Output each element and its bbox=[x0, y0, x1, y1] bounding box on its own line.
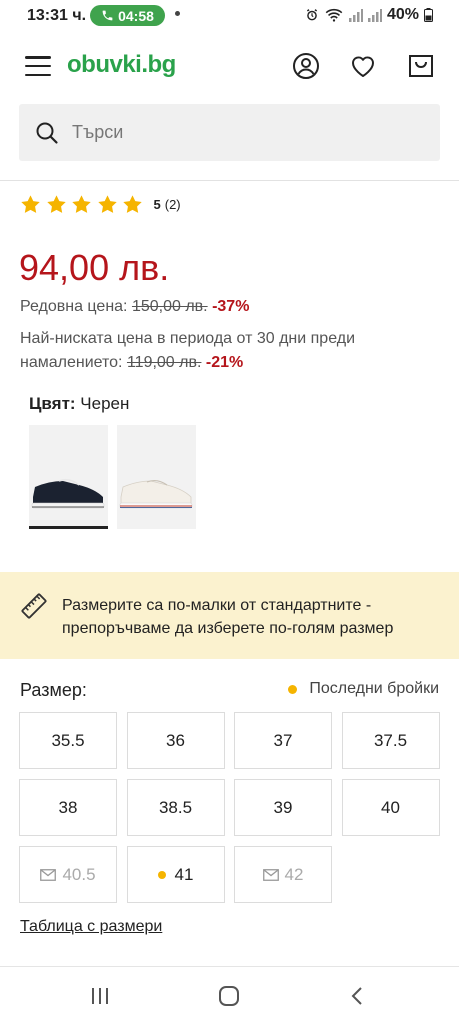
site-header: obuvki.bg bbox=[0, 34, 459, 98]
last-items-label: Последни бройки bbox=[309, 680, 439, 697]
rating-value: 5 bbox=[153, 197, 161, 212]
color-value: Черен bbox=[80, 394, 130, 413]
battery-percent: 40% bbox=[386, 6, 419, 23]
size-value: 37.5 bbox=[373, 730, 408, 750]
search-icon[interactable] bbox=[35, 121, 59, 145]
size-value: 37 bbox=[273, 730, 293, 750]
size-value: 41 bbox=[174, 864, 194, 884]
home-icon[interactable] bbox=[217, 985, 241, 1007]
last-items-dot bbox=[157, 870, 166, 879]
size-option[interactable]: 35.5 bbox=[19, 712, 117, 769]
wishlist-icon[interactable] bbox=[349, 52, 377, 80]
logo-main: obuvki bbox=[67, 51, 142, 78]
notice-text: Размерите са по-малки от стандартните - … bbox=[62, 597, 394, 637]
lowest-price-row: Най-ниската цена в периода от 30 дни пре… bbox=[20, 327, 440, 375]
signal-icon-2 bbox=[367, 8, 382, 22]
black-sneaker-image bbox=[29, 425, 108, 526]
site-logo[interactable]: obuvki.bg bbox=[67, 51, 176, 79]
color-swatch-black[interactable] bbox=[29, 425, 108, 529]
product-rating[interactable]: 5 (2) bbox=[20, 194, 181, 215]
size-label: Размер: bbox=[20, 680, 87, 700]
size-value: 35.5 bbox=[51, 730, 85, 750]
status-icons: 40% bbox=[305, 6, 433, 24]
color-label: Цвят: bbox=[29, 394, 76, 413]
size-option[interactable]: 39 bbox=[234, 779, 332, 836]
battery-icon bbox=[424, 8, 433, 22]
size-notice: Размерите са по-малки от стандартните - … bbox=[0, 572, 459, 659]
search-input[interactable]: Търси bbox=[72, 122, 123, 143]
star-icon bbox=[97, 195, 117, 213]
back-icon[interactable] bbox=[346, 985, 370, 1007]
notification-dot bbox=[175, 11, 180, 16]
size-option[interactable]: 36 bbox=[126, 712, 225, 769]
current-price: 94,00 лв. bbox=[19, 247, 170, 288]
call-timer: 04:58 bbox=[118, 7, 154, 24]
star-icon bbox=[46, 195, 66, 213]
rating-count: (2) bbox=[164, 197, 181, 212]
last-items-legend: Последни бройки bbox=[288, 680, 439, 698]
ruler-icon bbox=[21, 593, 47, 619]
wifi-icon bbox=[325, 8, 343, 22]
search-bar[interactable]: Търси bbox=[19, 104, 440, 161]
size-option[interactable]: 37.5 bbox=[341, 712, 440, 769]
star-icon bbox=[72, 195, 91, 213]
logo-tld: .bg bbox=[141, 51, 176, 78]
size-option[interactable]: 40 bbox=[341, 779, 440, 836]
regular-price-row: Редовна цена: 150,00 лв. -37% bbox=[20, 298, 249, 316]
regular-discount: -37% bbox=[212, 298, 250, 315]
size-option[interactable]: 38.5 bbox=[126, 779, 225, 836]
menu-icon[interactable] bbox=[25, 56, 51, 76]
size-value: 36 bbox=[166, 730, 185, 750]
color-row: Цвят: Черен bbox=[29, 394, 129, 414]
size-value: 39 bbox=[273, 797, 293, 817]
size-value: 38 bbox=[58, 797, 78, 817]
size-value: 40 bbox=[381, 797, 400, 817]
size-value: 42 bbox=[284, 864, 304, 884]
star-icon bbox=[123, 195, 142, 213]
size-value: 38.5 bbox=[158, 797, 193, 817]
color-swatch-white[interactable] bbox=[117, 425, 196, 529]
signal-icon bbox=[348, 8, 363, 22]
cart-icon[interactable] bbox=[407, 52, 435, 80]
size-table-link[interactable]: Таблица с размери bbox=[20, 918, 162, 936]
mail-icon bbox=[40, 868, 57, 881]
alarm-icon bbox=[306, 9, 318, 21]
account-icon[interactable] bbox=[292, 52, 320, 80]
last-items-dot bbox=[288, 684, 298, 694]
size-option[interactable]: 38 bbox=[19, 779, 117, 836]
regular-price-value: 150,00 лв. bbox=[131, 298, 208, 315]
lowest-discount: -21% bbox=[205, 354, 244, 371]
call-indicator[interactable]: 04:58 bbox=[90, 5, 165, 26]
recent-apps-icon[interactable] bbox=[88, 985, 112, 1007]
phone-icon bbox=[102, 10, 113, 21]
regular-price-label: Редовна цена: bbox=[20, 298, 128, 315]
white-sneaker-image bbox=[117, 425, 196, 529]
size-value: 40.5 bbox=[62, 864, 96, 884]
status-bar: 13:31 ч. 04:58 40% bbox=[0, 0, 459, 34]
mail-icon bbox=[262, 868, 279, 881]
size-option-notify[interactable]: 40.5 bbox=[19, 846, 117, 903]
divider bbox=[0, 180, 459, 181]
system-nav-bar bbox=[0, 967, 459, 1024]
star-icon bbox=[21, 195, 40, 213]
size-option[interactable]: 37 bbox=[234, 712, 332, 769]
size-option-last-items[interactable]: 41 bbox=[126, 846, 225, 903]
lowest-price-value: 119,00 лв. bbox=[126, 354, 202, 371]
status-time: 13:31 ч. bbox=[27, 7, 87, 24]
size-option-notify[interactable]: 42 bbox=[234, 846, 332, 903]
